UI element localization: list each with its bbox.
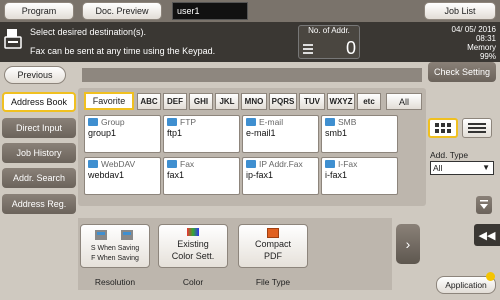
grid-view-icon (435, 123, 451, 133)
destination-card[interactable]: Fax fax1 (163, 157, 240, 195)
address-count-label: No. of Addr. (308, 26, 350, 35)
menu-addr-search[interactable]: Addr. Search (2, 168, 76, 188)
file-type-button[interactable]: Compact PDF (238, 224, 308, 268)
destination-card[interactable]: I-Fax i-fax1 (321, 157, 398, 195)
next-page-button[interactable]: › (396, 224, 420, 264)
resolution-icon (95, 230, 133, 240)
doc-preview-button[interactable]: Doc. Preview (82, 2, 162, 20)
color-line-2: Color Sett. (171, 251, 215, 261)
card-name: fax1 (167, 170, 185, 180)
ip-fax-icon (246, 160, 256, 168)
add-type-value: All (433, 163, 443, 173)
color-label: Color (182, 277, 204, 287)
email-icon (246, 118, 256, 126)
tab-def[interactable]: DEF (163, 93, 187, 110)
check-setting-button[interactable]: Check Setting (428, 62, 496, 82)
collapse-panel-button[interactable]: ◀◀ (474, 224, 500, 246)
status-info: 04/ 05/ 2016 08:31 Memory 99% (408, 25, 496, 61)
tab-wxyz[interactable]: WXYZ (327, 93, 355, 110)
scroll-down-icon (480, 200, 488, 209)
memory-value: 99% (479, 52, 496, 61)
group-icon (88, 118, 98, 126)
card-type: FTP (180, 117, 197, 127)
tab-jkl[interactable]: JKL (215, 93, 239, 110)
fax-document-icon (4, 28, 22, 50)
file-type-line-2: PDF (264, 251, 282, 261)
tab-etc[interactable]: etc (357, 93, 381, 110)
pdf-icon (267, 228, 279, 238)
dropdown-arrow-icon: ▼ (482, 163, 490, 172)
card-type: IP Addr.Fax (259, 159, 303, 169)
tab-abc[interactable]: ABC (137, 93, 161, 110)
application-indicator-icon (486, 272, 495, 281)
scroll-down-button[interactable] (476, 196, 492, 214)
message-line-2: Fax can be sent at any time using the Ke… (30, 46, 216, 56)
i-fax-icon (325, 160, 335, 168)
card-type: Group (101, 117, 125, 127)
tab-tuv[interactable]: TUV (299, 93, 325, 110)
resolution-line-1: S When Saving (90, 245, 140, 252)
card-type: Fax (180, 159, 195, 169)
card-type: I-Fax (338, 159, 358, 169)
resolution-label: Resolution (94, 277, 136, 287)
memory-label: Memory (467, 43, 496, 52)
grid-view-button[interactable] (428, 118, 458, 138)
destination-card[interactable]: WebDAV webdav1 (84, 157, 161, 195)
color-line-1: Existing (177, 239, 209, 249)
card-name: group1 (88, 128, 117, 138)
color-icon (187, 228, 199, 236)
list-icon (303, 44, 313, 54)
add-type-select[interactable]: All ▼ (430, 161, 494, 175)
card-name: ip-fax1 (246, 170, 274, 180)
tab-favorite[interactable]: Favorite (84, 92, 134, 110)
tab-mno[interactable]: MNO (241, 93, 267, 110)
menu-address-book[interactable]: Address Book (2, 92, 76, 112)
time-text: 08:31 (475, 34, 496, 43)
previous-button[interactable]: Previous (4, 66, 66, 84)
destination-card[interactable]: E-mail e-mail1 (242, 115, 319, 153)
destination-card[interactable]: IP Addr.Fax ip-fax1 (242, 157, 319, 195)
card-type: WebDAV (101, 159, 136, 169)
file-type-label: File Type (255, 277, 291, 287)
double-chevron-left-icon: ◀◀ (478, 229, 496, 242)
tab-ghi[interactable]: GHI (189, 93, 213, 110)
list-view-button[interactable] (462, 118, 492, 138)
color-button[interactable]: Existing Color Sett. (158, 224, 228, 268)
address-count-value: 0 (345, 38, 356, 58)
ftp-icon (167, 118, 177, 126)
card-name: smb1 (325, 128, 348, 138)
resolution-button[interactable]: S When Saving F When Saving (80, 224, 150, 268)
chevron-right-icon: › (405, 236, 411, 252)
card-name: ftp1 (167, 128, 183, 138)
smb-icon (325, 118, 335, 126)
job-list-button[interactable]: Job List (424, 2, 496, 20)
menu-direct-input[interactable]: Direct Input (2, 118, 76, 138)
file-type-line-1: Compact (254, 239, 291, 249)
card-name: webdav1 (88, 170, 125, 180)
list-view-icon (468, 123, 486, 133)
tab-pqrs[interactable]: PQRS (269, 93, 297, 110)
menu-address-reg[interactable]: Address Reg. (2, 194, 76, 214)
add-type-label: Add. Type (430, 150, 469, 160)
destination-card[interactable]: FTP ftp1 (163, 115, 240, 153)
card-type: SMB (338, 117, 357, 127)
destination-card[interactable]: Group group1 (84, 115, 161, 153)
program-button[interactable]: Program (4, 2, 74, 20)
webdav-icon (88, 160, 98, 168)
fax-icon (167, 160, 177, 168)
message-line-1: Select desired destination(s). (30, 27, 147, 37)
card-name: e-mail1 (246, 128, 276, 138)
card-type: E-mail (259, 117, 284, 127)
user-name: user1 (172, 2, 248, 20)
resolution-line-2: F When Saving (91, 255, 139, 262)
date-text: 04/ 05/ 2016 (451, 25, 496, 34)
menu-job-history[interactable]: Job History (2, 143, 76, 163)
destination-card[interactable]: SMB smb1 (321, 115, 398, 153)
tab-all[interactable]: All (386, 93, 422, 110)
destination-bar (82, 68, 422, 82)
card-name: i-fax1 (325, 170, 348, 180)
